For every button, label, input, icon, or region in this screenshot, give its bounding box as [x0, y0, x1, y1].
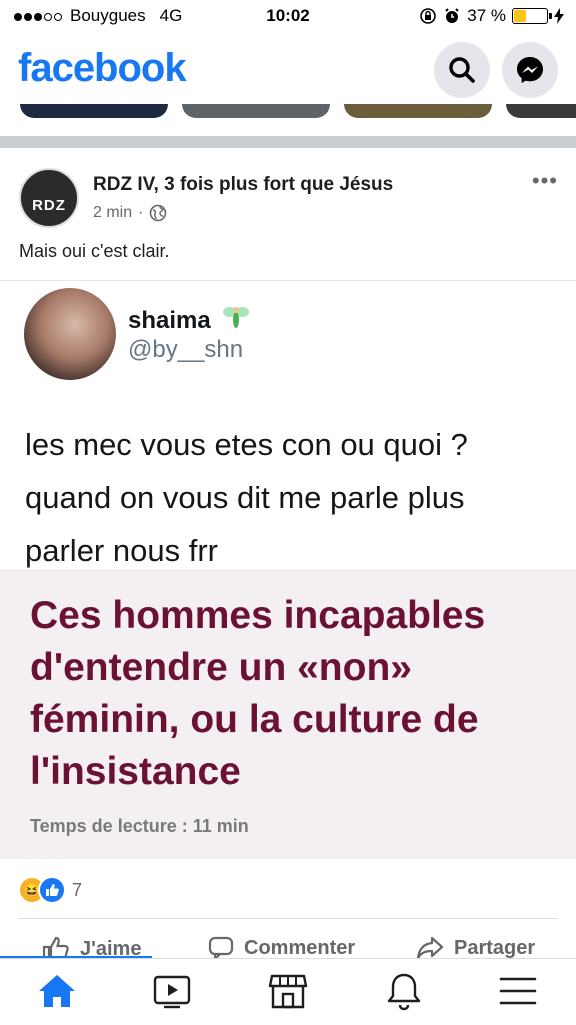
more-options-icon[interactable]: •••	[532, 168, 558, 194]
story-card[interactable]	[182, 104, 330, 118]
fairy-emoji-icon	[223, 307, 250, 328]
post-time[interactable]: 2 min	[93, 204, 132, 222]
tab-marketplace[interactable]	[258, 969, 318, 1013]
tab-watch[interactable]	[142, 969, 202, 1013]
comment-label: Commenter	[244, 936, 356, 959]
article-read-time: Temps de lecture : 11 min	[30, 816, 249, 836]
reactions-summary[interactable]: 😆 7	[18, 876, 82, 904]
messenger-button[interactable]	[502, 42, 558, 98]
messenger-icon	[517, 57, 543, 83]
dot-separator: ·	[138, 204, 144, 221]
story-card[interactable]	[344, 104, 492, 118]
tweet-handle: @by__shn	[128, 336, 244, 363]
rotation-lock-icon	[420, 8, 437, 24]
story-card[interactable]	[506, 104, 576, 118]
status-bar: Bouygues 4G 10:02 37 %	[0, 0, 576, 32]
avatar-text: RDZ	[32, 196, 66, 214]
actions-divider	[18, 918, 558, 919]
section-separator	[0, 136, 576, 148]
alarm-icon	[445, 8, 459, 23]
bottom-tab-bar	[0, 958, 576, 1025]
article-title[interactable]: Ces hommes incapables d'entendre un «non…	[30, 590, 560, 798]
share-button[interactable]: Partager	[416, 936, 535, 960]
charging-icon	[554, 8, 564, 24]
share-icon	[416, 936, 444, 960]
notifications-icon	[387, 973, 421, 1011]
tweet-avatar	[24, 288, 116, 380]
stories-strip[interactable]	[0, 104, 576, 120]
post-author[interactable]: RDZ IV, 3 fois plus fort que Jésus	[93, 174, 393, 196]
tweet-name: shaima	[128, 302, 251, 335]
menu-icon	[499, 977, 537, 1005]
tab-menu[interactable]	[488, 969, 548, 1013]
search-button[interactable]	[434, 42, 490, 98]
post-text: Mais oui c'est clair.	[19, 241, 170, 261]
like-reaction-icon	[38, 876, 66, 904]
status-right: 37 %	[419, 6, 564, 26]
post-meta: 2 min ·	[93, 204, 167, 222]
battery-icon	[512, 8, 552, 24]
comment-button[interactable]: Commenter	[208, 936, 355, 960]
search-icon	[449, 57, 475, 83]
facebook-logo[interactable]: facebook	[18, 46, 187, 91]
tweet-body: les mec vous etes con ou quoi ? quand on…	[25, 427, 468, 568]
reaction-count: 7	[72, 879, 83, 900]
tab-home[interactable]	[27, 969, 87, 1013]
comment-icon	[208, 936, 234, 960]
battery-percent: 37 %	[467, 6, 506, 25]
tab-notifications[interactable]	[374, 969, 434, 1013]
watch-icon	[153, 975, 191, 1009]
author-avatar[interactable]: RDZ	[19, 168, 79, 228]
home-icon	[39, 975, 75, 1007]
share-label: Partager	[454, 936, 536, 959]
story-card[interactable]	[20, 104, 168, 118]
marketplace-icon	[268, 974, 308, 1009]
globe-icon	[150, 204, 167, 222]
tweet-name-text: shaima	[128, 307, 211, 334]
